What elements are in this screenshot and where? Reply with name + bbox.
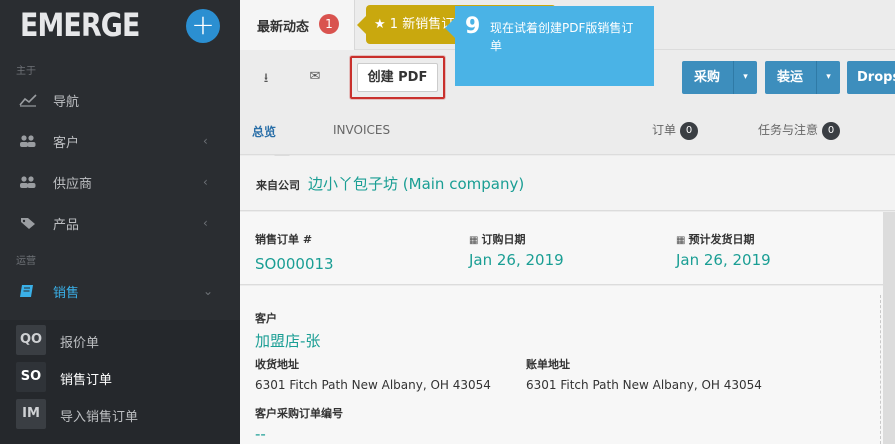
sidebar-item-products[interactable]: 产品 ‹ [0,207,240,239]
order-date-value[interactable]: Jan 26, 2019 [469,251,564,269]
ship-date-label: 预计发货日期 [688,233,755,246]
users-icon [20,135,36,147]
order-number-field: 销售订单 # SO000013 [255,231,334,273]
shipping-button-label: 装运 [777,70,804,85]
customer-po-field: 客户采购订单编号 -- [255,405,343,443]
chevron-left-icon: ‹ [203,216,208,230]
tab-invoices[interactable]: INVOICES [333,123,390,137]
subnav-item-sales-orders[interactable]: SO 销售订单 [0,362,240,398]
billing-address-field: 账单地址 6301 Fitch Path New Albany, OH 4305… [526,356,762,392]
shipping-address-label: 收货地址 [255,358,299,371]
activity-count-badge: 1 [319,14,339,34]
sidebar-item-label: 销售 [53,285,80,301]
ship-date-field: ▦ 预计发货日期 Jan 26, 2019 [676,231,771,269]
customer-label: 客户 [255,312,277,325]
subnav-badge: IM [16,399,46,429]
subnav-badge: QO [16,325,46,355]
customer-po-value[interactable]: -- [255,425,343,443]
tab-tasks-notes[interactable]: 任务与注意 0 [758,121,841,140]
order-number-value[interactable]: SO000013 [255,255,334,273]
sidebar-item-label: 产品 [53,217,80,233]
activity-label: 最新动态 [257,20,310,35]
caret-down-icon[interactable]: ▾ [733,61,757,94]
sidebar-item-navigation[interactable]: 导航 [0,84,240,116]
users-icon [20,176,36,188]
add-button[interactable]: + [186,9,220,43]
sidebar-item-label: 供应商 [53,176,93,192]
book-icon [20,285,33,297]
tab-count-badge: 0 [822,121,841,140]
customer-name[interactable]: 加盟店-张 [255,330,320,351]
sidebar-item-sales[interactable]: 销售 ⌄ [0,275,240,307]
sidebar-item-customers[interactable]: 客户 ‹ [0,125,240,157]
order-date-label: 订购日期 [481,233,526,246]
tab-label: 订单 [652,123,677,137]
sidebar-item-label: 客户 [53,135,80,151]
dropship-button[interactable]: Drops [847,61,895,94]
customer-po-label: 客户采购订单编号 [255,407,343,420]
tutorial-text: 现在试着创建PDF版销售订单 [490,21,634,53]
tabs-row: 总览 INVOICES 订单 0 任务与注意 0 [240,105,895,163]
subnav-label: 销售订单 [60,373,113,388]
tutorial-tooltip: 9 现在试着创建PDF版销售订单 [445,6,654,86]
tab-count-badge: 0 [680,121,699,140]
order-date-field: ▦ 订购日期 Jan 26, 2019 [469,231,564,269]
shipping-address-field: 收货地址 6301 Fitch Path New Albany, OH 4305… [255,356,491,392]
order-info-row: 销售订单 # SO000013 ▦ 订购日期 Jan 26, 2019 ▦ 预计发货… [240,212,883,285]
divider [880,295,881,444]
company-link[interactable]: 边小丫包子坊 (Main company) [308,173,524,194]
section-label-ops: 运营 [16,256,36,267]
scrollbar[interactable] [883,212,895,444]
sidebar-item-label: 导航 [53,94,80,110]
dropship-button-label: Drops [857,70,895,85]
download-icon[interactable]: ⭳ [258,69,274,86]
sales-subnav: QO 报价单 SO 销售订单 IM 导入销售订单 [0,320,240,444]
billing-address-label: 账单地址 [526,358,570,371]
tab-overview[interactable]: 总览 [252,123,276,140]
main-content: 最新动态 1 ★ 1 新销售订单 ✖ ⭳ ✉ 创建 PDF 采购 ▾ 装运 ▾ … [240,0,895,444]
shipping-address-value: 6301 Fitch Path New Albany, OH 43054 [255,378,491,392]
customer-section: 客户 加盟店-张 收货地址 6301 Fitch Path New Albany… [240,286,883,444]
tag-icon [21,218,35,229]
company-row: 来自公司 边小丫包子坊 (Main company) [240,156,895,211]
shipping-button[interactable]: 装运 ▾ [765,61,840,94]
purchase-button[interactable]: 采购 ▾ [682,61,757,94]
pdf-button-highlight: 创建 PDF [350,56,445,99]
chevron-down-icon: ⌄ [203,284,214,298]
tab-label: 任务与注意 [758,123,819,137]
chart-icon [19,94,37,107]
subnav-label: 报价单 [60,336,100,351]
calendar-icon: ▦ [676,235,686,246]
calendar-icon: ▦ [469,235,479,246]
customer-field: 客户 加盟店-张 [255,310,320,351]
purchase-button-label: 采购 [694,70,721,85]
sidebar-item-suppliers[interactable]: 供应商 ‹ [0,166,240,198]
ship-date-value[interactable]: Jan 26, 2019 [676,251,771,269]
tab-latest-activity[interactable]: 最新动态 1 [240,0,355,50]
billing-address-value: 6301 Fitch Path New Albany, OH 43054 [526,378,762,392]
mail-icon[interactable]: ✉ [307,69,323,85]
subnav-item-import-orders[interactable]: IM 导入销售订单 [0,399,240,435]
subnav-label: 导入销售订单 [60,410,139,425]
chevron-left-icon: ‹ [203,175,208,189]
create-pdf-button[interactable]: 创建 PDF [357,63,438,92]
caret-down-icon[interactable]: ▾ [816,61,840,94]
order-number-label: 销售订单 # [255,233,313,246]
company-label: 来自公司 [256,179,300,192]
subnav-item-quotes[interactable]: QO 报价单 [0,325,240,361]
app-logo: EMERGE [20,6,140,44]
tutorial-step-number: 9 [465,14,481,39]
chevron-left-icon: ‹ [203,134,208,148]
tab-orders[interactable]: 订单 0 [652,121,699,140]
subnav-badge: SO [16,362,46,392]
section-label-main: 主于 [16,66,36,77]
sidebar: EMERGE + 主于 导航 客户 ‹ 供应商 ‹ 产品 ‹ 运营 销售 ⌄ Q… [0,0,240,444]
